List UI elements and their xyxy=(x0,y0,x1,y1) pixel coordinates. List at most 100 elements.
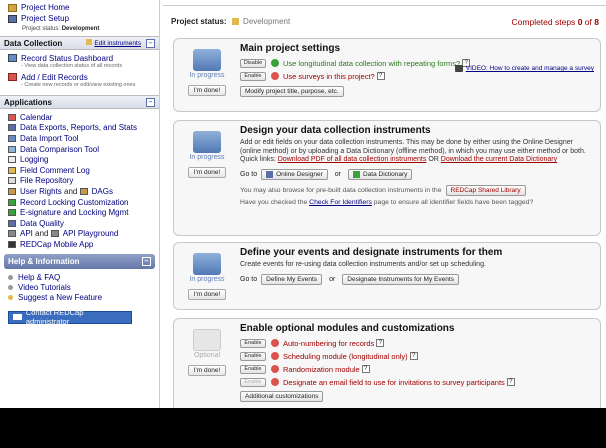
option-scheduling: Enable Scheduling module (longitudinal o… xyxy=(240,350,594,362)
app-esignature[interactable]: E-signature and Locking Mgmt xyxy=(8,207,153,218)
app-label: User Rights xyxy=(20,186,62,196)
record-status-dashboard-sub: - View data collection status of all rec… xyxy=(21,63,123,69)
applications-list: Calendar Data Exports, Reports, and Stat… xyxy=(0,109,159,252)
project-home-link[interactable]: Project Home xyxy=(8,2,153,13)
in-progress-icon xyxy=(193,131,221,153)
data-dictionary-label: Data Dictionary xyxy=(362,170,408,178)
define-events-button[interactable]: Define My Events xyxy=(261,273,323,285)
help-header: Help & Information – xyxy=(4,253,155,269)
data-collection-items: Record Status Dashboard - View data coll… xyxy=(0,50,159,95)
project-setup-link[interactable]: Project Setup xyxy=(8,13,153,24)
card-main-settings: In progress I'm done! Main project setti… xyxy=(173,38,601,112)
import-icon xyxy=(8,134,16,142)
card-title: Design your data collection instruments xyxy=(240,125,431,136)
download-pdf-link[interactable]: Download PDF of all data collection inst… xyxy=(278,156,427,163)
mail-icon xyxy=(13,314,22,321)
option-text: Use surveys in this project? xyxy=(283,71,375,81)
lock-icon xyxy=(8,198,16,206)
download-dictionary-link[interactable]: Download the current Data Dictionary xyxy=(441,156,557,163)
check-identifiers-link[interactable]: Check For Identifiers xyxy=(309,199,372,206)
or-text: OR xyxy=(428,156,439,164)
video-survey-link[interactable]: VIDEO: How to create and manage a survey xyxy=(454,65,594,72)
collapse-icon[interactable]: – xyxy=(146,98,155,107)
goto-label: Go to xyxy=(240,275,258,283)
enable-email-field-button[interactable]: Enable xyxy=(240,377,266,387)
enable-surveys-button[interactable]: Enable xyxy=(240,71,266,81)
app-user-rights[interactable]: User Rights and DAGs xyxy=(8,186,153,197)
project-links: Project Home Project Setup Project statu… xyxy=(0,0,159,32)
help-list: Help & FAQ Video Tutorials Suggest a New… xyxy=(0,269,159,303)
app-label: Data Comparison Tool xyxy=(20,144,100,154)
card-state-column: In progress I'm done! xyxy=(174,39,240,96)
contact-admin-button[interactable]: Contact REDCap administrator xyxy=(8,308,132,326)
calendar-icon xyxy=(8,113,16,121)
shared-library-button[interactable]: REDCap Shared Library xyxy=(445,184,526,196)
disabled-icon xyxy=(271,352,279,360)
collapse-icon[interactable]: – xyxy=(146,39,155,48)
bullet-icon xyxy=(8,285,13,291)
add-edit-records-link[interactable]: Add / Edit Records xyxy=(8,72,153,82)
option-email-field: Enable Designate an email field to use f… xyxy=(240,376,594,388)
modify-project-button[interactable]: Modify project title, purpose, etc. xyxy=(240,86,344,97)
app-api[interactable]: API and API Playground xyxy=(8,229,153,240)
disable-longitudinal-button[interactable]: Disable xyxy=(240,58,266,68)
app-data-comparison[interactable]: Data Comparison Tool xyxy=(8,144,153,155)
app-data-quality[interactable]: Data Quality xyxy=(8,218,153,229)
data-dictionary-button[interactable]: Data Dictionary xyxy=(347,168,413,180)
enable-scheduling-button[interactable]: Enable xyxy=(240,351,266,361)
app-data-import[interactable]: Data Import Tool xyxy=(8,133,153,144)
enable-randomization-button[interactable]: Enable xyxy=(240,364,266,374)
record-status-dashboard-link[interactable]: Record Status Dashboard xyxy=(8,53,153,63)
dictionary-icon xyxy=(352,170,360,178)
suggest-feature-link[interactable]: Suggest a New Feature xyxy=(8,293,153,303)
in-progress-icon xyxy=(193,253,221,275)
logging-icon xyxy=(8,156,16,164)
card-state-label: In progress xyxy=(189,276,225,283)
disabled-icon xyxy=(271,378,279,386)
app-file-repository[interactable]: File Repository xyxy=(8,176,153,187)
card-body: Define your events and designate instrum… xyxy=(240,247,594,285)
help-icon[interactable]: ? xyxy=(376,72,385,80)
edit-instruments-link[interactable]: Edit instruments xyxy=(86,39,141,47)
sidebar-status-label: Project status: xyxy=(22,26,61,32)
app-calendar[interactable]: Calendar xyxy=(8,112,153,123)
collapse-icon[interactable]: – xyxy=(142,256,151,266)
designate-instruments-button[interactable]: Designate Instruments for My Events xyxy=(342,273,459,285)
app-label: File Repository xyxy=(20,176,74,186)
option-text: Randomization module xyxy=(283,364,360,374)
help-icon[interactable]: ? xyxy=(361,365,370,373)
app-mobile[interactable]: REDCap Mobile App xyxy=(8,239,153,250)
help-icon[interactable]: ? xyxy=(376,339,385,347)
app-field-comment-log[interactable]: Field Comment Log xyxy=(8,165,153,176)
events-goto-row: Go to Define My Events or Designate Inst… xyxy=(240,273,594,285)
im-done-button[interactable]: I'm done! xyxy=(187,365,227,376)
option-randomization: Enable Randomization module ? xyxy=(240,363,594,375)
app-label: E-signature and Locking Mgmt xyxy=(20,208,129,218)
app-data-exports[interactable]: Data Exports, Reports, and Stats xyxy=(8,123,153,134)
app-record-locking[interactable]: Record Locking Customization xyxy=(8,197,153,208)
option-auto-numbering: Enable Auto-numbering for records ? xyxy=(240,337,594,349)
additional-customizations-button[interactable]: Additional customizations xyxy=(240,391,324,402)
im-done-button[interactable]: I'm done! xyxy=(187,85,227,96)
card-title: Define your events and designate instrum… xyxy=(240,247,503,258)
enable-auto-numbering-button[interactable]: Enable xyxy=(240,338,266,348)
sidebar: Project Home Project Setup Project statu… xyxy=(0,0,160,408)
applications-header: Applications – xyxy=(0,95,159,109)
help-icon[interactable]: ? xyxy=(506,378,515,386)
data-collection-header: Data Collection Edit instruments – xyxy=(0,36,159,50)
video-tutorials-link[interactable]: Video Tutorials xyxy=(8,283,153,293)
app-label: Data Exports, Reports, and Stats xyxy=(20,123,137,133)
pencil-icon xyxy=(86,39,93,45)
card-title: Enable optional modules and customizatio… xyxy=(240,323,455,334)
tabs-strip xyxy=(163,0,606,6)
im-done-button[interactable]: I'm done! xyxy=(187,167,227,178)
in-progress-icon xyxy=(193,49,221,71)
check-icon xyxy=(271,59,279,67)
app-logging[interactable]: Logging xyxy=(8,154,153,165)
help-label: Video Tutorials xyxy=(18,283,71,293)
card-state-label: In progress xyxy=(189,154,225,161)
help-icon[interactable]: ? xyxy=(409,352,418,360)
online-designer-button[interactable]: Online Designer xyxy=(261,168,328,180)
help-faq-link[interactable]: Help & FAQ xyxy=(8,273,153,283)
im-done-button[interactable]: I'm done! xyxy=(187,289,227,300)
